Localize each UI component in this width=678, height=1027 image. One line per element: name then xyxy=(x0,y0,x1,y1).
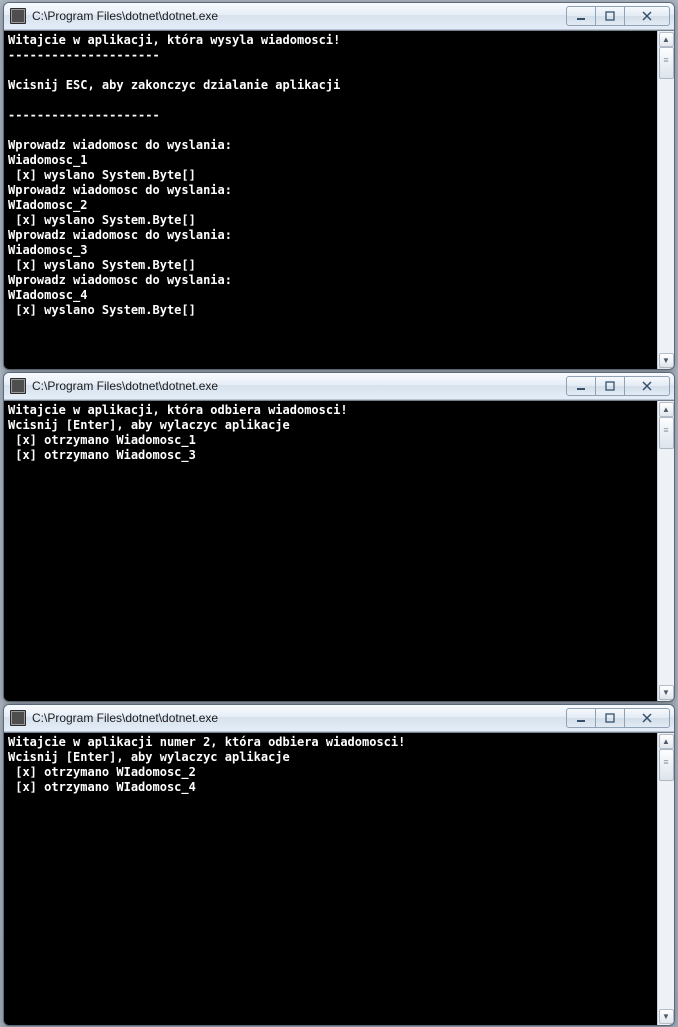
chevron-down-icon: ▼ xyxy=(662,1013,670,1021)
scroll-thumb[interactable] xyxy=(659,47,674,79)
minimize-icon xyxy=(576,381,586,391)
window-title: C:\Program Files\dotnet\dotnet.exe xyxy=(32,9,566,23)
scroll-track[interactable] xyxy=(659,417,674,685)
close-button[interactable] xyxy=(625,6,670,26)
scroll-thumb[interactable] xyxy=(659,749,674,781)
chevron-up-icon: ▲ xyxy=(662,738,670,746)
close-button[interactable] xyxy=(625,708,670,728)
window-controls xyxy=(566,376,670,396)
scroll-down-button[interactable]: ▼ xyxy=(659,1009,674,1024)
vertical-scrollbar[interactable]: ▲ ▼ xyxy=(657,733,674,1025)
console-window[interactable]: C:\Program Files\dotnet\dotnet.exe Witaj… xyxy=(3,704,675,1026)
scroll-track[interactable] xyxy=(659,749,674,1009)
vertical-scrollbar[interactable]: ▲ ▼ xyxy=(657,401,674,701)
window-controls xyxy=(566,6,670,26)
maximize-button[interactable] xyxy=(596,708,625,728)
scroll-up-button[interactable]: ▲ xyxy=(659,402,674,417)
window-title: C:\Program Files\dotnet\dotnet.exe xyxy=(32,379,566,393)
app-icon xyxy=(10,378,26,394)
minimize-icon xyxy=(576,713,586,723)
minimize-button[interactable] xyxy=(566,376,596,396)
console-output: Witajcie w aplikacji, która odbiera wiad… xyxy=(4,401,657,701)
console-output: Witajcie w aplikacji, która wysyla wiado… xyxy=(4,31,657,369)
close-icon xyxy=(642,713,652,723)
chevron-down-icon: ▼ xyxy=(662,357,670,365)
close-icon xyxy=(642,381,652,391)
minimize-icon xyxy=(576,11,586,21)
window-controls xyxy=(566,708,670,728)
minimize-button[interactable] xyxy=(566,708,596,728)
maximize-button[interactable] xyxy=(596,376,625,396)
chevron-up-icon: ▲ xyxy=(662,36,670,44)
scroll-thumb[interactable] xyxy=(659,417,674,449)
app-icon xyxy=(10,710,26,726)
titlebar[interactable]: C:\Program Files\dotnet\dotnet.exe xyxy=(4,3,674,30)
chevron-up-icon: ▲ xyxy=(662,406,670,414)
close-icon xyxy=(642,11,652,21)
maximize-icon xyxy=(605,713,615,723)
maximize-button[interactable] xyxy=(596,6,625,26)
chevron-down-icon: ▼ xyxy=(662,689,670,697)
vertical-scrollbar[interactable]: ▲ ▼ xyxy=(657,31,674,369)
titlebar[interactable]: C:\Program Files\dotnet\dotnet.exe xyxy=(4,705,674,732)
close-button[interactable] xyxy=(625,376,670,396)
app-icon xyxy=(10,8,26,24)
scroll-down-button[interactable]: ▼ xyxy=(659,685,674,700)
maximize-icon xyxy=(605,381,615,391)
scroll-track[interactable] xyxy=(659,47,674,353)
minimize-button[interactable] xyxy=(566,6,596,26)
maximize-icon xyxy=(605,11,615,21)
window-title: C:\Program Files\dotnet\dotnet.exe xyxy=(32,711,566,725)
titlebar[interactable]: C:\Program Files\dotnet\dotnet.exe xyxy=(4,373,674,400)
console-output: Witajcie w aplikacji numer 2, która odbi… xyxy=(4,733,657,1025)
console-window[interactable]: C:\Program Files\dotnet\dotnet.exe Witaj… xyxy=(3,2,675,370)
scroll-up-button[interactable]: ▲ xyxy=(659,734,674,749)
scroll-up-button[interactable]: ▲ xyxy=(659,32,674,47)
console-window[interactable]: C:\Program Files\dotnet\dotnet.exe Witaj… xyxy=(3,372,675,702)
scroll-down-button[interactable]: ▼ xyxy=(659,353,674,368)
